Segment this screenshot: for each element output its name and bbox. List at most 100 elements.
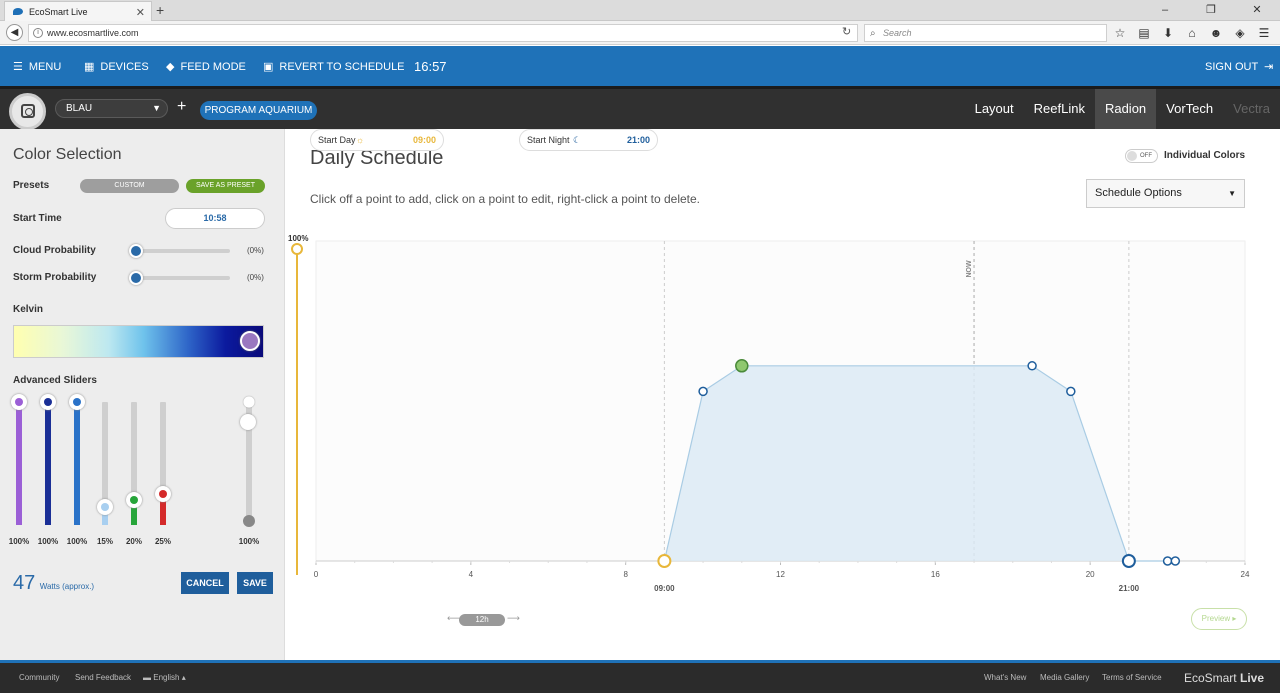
tab-layout[interactable]: Layout [965,89,1024,129]
slider-percent: 100% [66,537,88,546]
browser-tab[interactable]: EcoSmart Live ✕ [4,1,152,21]
save-preset-button[interactable]: SAVE AS PRESET [186,179,265,193]
master-top-marker [243,396,255,408]
save-button[interactable]: SAVE [237,572,273,594]
community-link[interactable]: Community [19,663,59,693]
slider-percent: 20% [125,537,142,546]
language-select[interactable]: ▬ English ▴ [143,663,186,693]
night-start-label: 21:00 [1119,584,1140,593]
tab-vortech[interactable]: VorTech [1156,89,1223,129]
start-day-pill[interactable]: Start Day ☼ 09:00 [310,129,444,151]
feed-mode-button[interactable]: ◆ FEED MODE [166,46,246,88]
kelvin-knob[interactable] [240,331,260,351]
info-icon[interactable]: i [33,28,43,38]
reload-icon[interactable]: ↻ [842,25,851,38]
slider-knob-dot [15,398,23,406]
day-start-point[interactable] [657,554,672,568]
schedule-point[interactable] [1170,556,1181,566]
restore-icon[interactable]: ❐ [1188,0,1234,20]
revert-schedule-button[interactable]: ▣ REVERT TO SCHEDULE [263,46,405,88]
search-input[interactable]: ⌕ Search [864,24,1107,42]
slider-knob[interactable] [97,498,113,515]
slider-knob[interactable] [126,492,142,509]
cloud-slider[interactable] [129,244,230,258]
menu-button[interactable]: ☰ MENU [13,46,61,88]
schedule-point[interactable] [1066,386,1076,397]
slider-knob[interactable] [69,394,85,410]
search-placeholder: Search [883,28,912,38]
start-time-field[interactable]: 10:58 [165,208,265,229]
master-knob[interactable] [240,414,256,430]
selected-schedule-point[interactable] [735,359,749,373]
schedule-point[interactable] [1162,556,1173,566]
url-text: www.ecosmartlive.com [47,28,139,38]
add-device-icon[interactable]: + [177,98,186,116]
url-field[interactable]: i www.ecosmartlive.com [28,24,858,42]
signout-label: SIGN OUT [1205,61,1259,73]
feedback-link[interactable]: Send Feedback [75,663,131,693]
schedule-point[interactable] [1027,361,1037,371]
start-night-pill[interactable]: Start Night ☾ 21:00 [519,129,658,151]
sign-out-button[interactable]: SIGN OUT ⇥ [1205,46,1273,88]
slider-percent: 15% [96,537,113,546]
slider-knob[interactable] [11,394,27,410]
back-icon[interactable]: ◀ [6,24,23,41]
slider-knob-dot [159,490,167,499]
schedule-options-select[interactable]: Schedule Options ▼ [1086,179,1245,208]
devices-button[interactable]: ▦ DEVICES [84,46,149,88]
hamburger-menu-icon[interactable]: ☰ [1257,24,1271,42]
tab-reeflink[interactable]: ReefLink [1024,89,1095,129]
schedule-chart[interactable]: 0 4 8 12 16 20 24 NOW 09:00 21:00 100% [285,229,1280,599]
grid-icon: ▦ [84,61,95,73]
pocket-icon[interactable]: ◈ [1233,24,1247,42]
download-icon[interactable]: ⬇ [1161,24,1175,42]
minimize-icon[interactable]: – [1142,0,1188,20]
terms-link[interactable]: Terms of Service [1102,663,1162,693]
slider-knob[interactable] [40,394,56,410]
cancel-button[interactable]: CANCEL [181,572,229,594]
watts-value: 47 [13,572,36,594]
x-tick-label: 16 [931,570,940,579]
x-tick-label: 20 [1086,570,1095,579]
panel-title: Color Selection [13,146,122,163]
device-select[interactable]: BLAU ▼ [55,99,168,118]
bookmark-star-icon[interactable]: ☆ [1113,24,1127,42]
browser-tabbar: EcoSmart Live ✕ + – ❐ ✕ [0,0,1280,21]
feed-label: FEED MODE [180,61,246,73]
slider-knob-dot [101,502,109,511]
language-label: English [153,673,180,682]
close-window-icon[interactable]: ✕ [1234,0,1280,20]
close-tab-icon[interactable]: ✕ [136,6,145,19]
camera-icon [21,104,35,118]
preset-select[interactable]: CUSTOM [80,179,179,193]
device-bar: BLAU ▼ + PROGRAM AQUARIUM Layout ReefLin… [0,86,1280,130]
slider-knob[interactable] [129,271,143,285]
tab-radion[interactable]: Radion [1094,89,1157,129]
home-icon[interactable]: ⌂ [1185,24,1199,42]
storm-label: Storm Probability [13,272,97,283]
aquarium-avatar[interactable] [9,93,46,130]
devices-label: DEVICES [100,61,149,73]
storm-slider[interactable] [129,271,230,285]
slider-knob[interactable] [155,486,171,503]
search-icon: ⌕ [870,28,876,39]
sync-icon[interactable]: ☻ [1209,24,1223,42]
whats-new-link[interactable]: What's New [984,663,1026,693]
menu-icon: ☰ [13,61,23,73]
schedule-point[interactable] [698,386,708,397]
schedule-panel: Daily Schedule OFF Individual Colors Cli… [285,129,1280,660]
slider-knob[interactable] [129,244,143,258]
x-tick-label: 24 [1241,570,1250,579]
kelvin-gradient-slider[interactable] [13,325,264,358]
individual-colors-toggle[interactable]: OFF [1125,149,1158,163]
preview-button[interactable]: Preview ▸ [1191,608,1247,630]
night-start-point[interactable] [1121,554,1136,568]
media-gallery-link[interactable]: Media Gallery [1040,663,1089,693]
new-tab-icon[interactable]: + [156,2,164,18]
tab-vectra[interactable]: Vectra [1223,89,1280,129]
program-aquarium-button[interactable]: PROGRAM AQUARIUM [200,101,317,120]
ecotech-fav-icon [13,8,23,15]
reading-list-icon[interactable]: ▤ [1137,24,1151,42]
window-controls: – ❐ ✕ [1142,0,1280,20]
address-bar: ◀ i www.ecosmartlive.com ↻ ⌕ Search ☆ ▤ … [0,21,1280,45]
